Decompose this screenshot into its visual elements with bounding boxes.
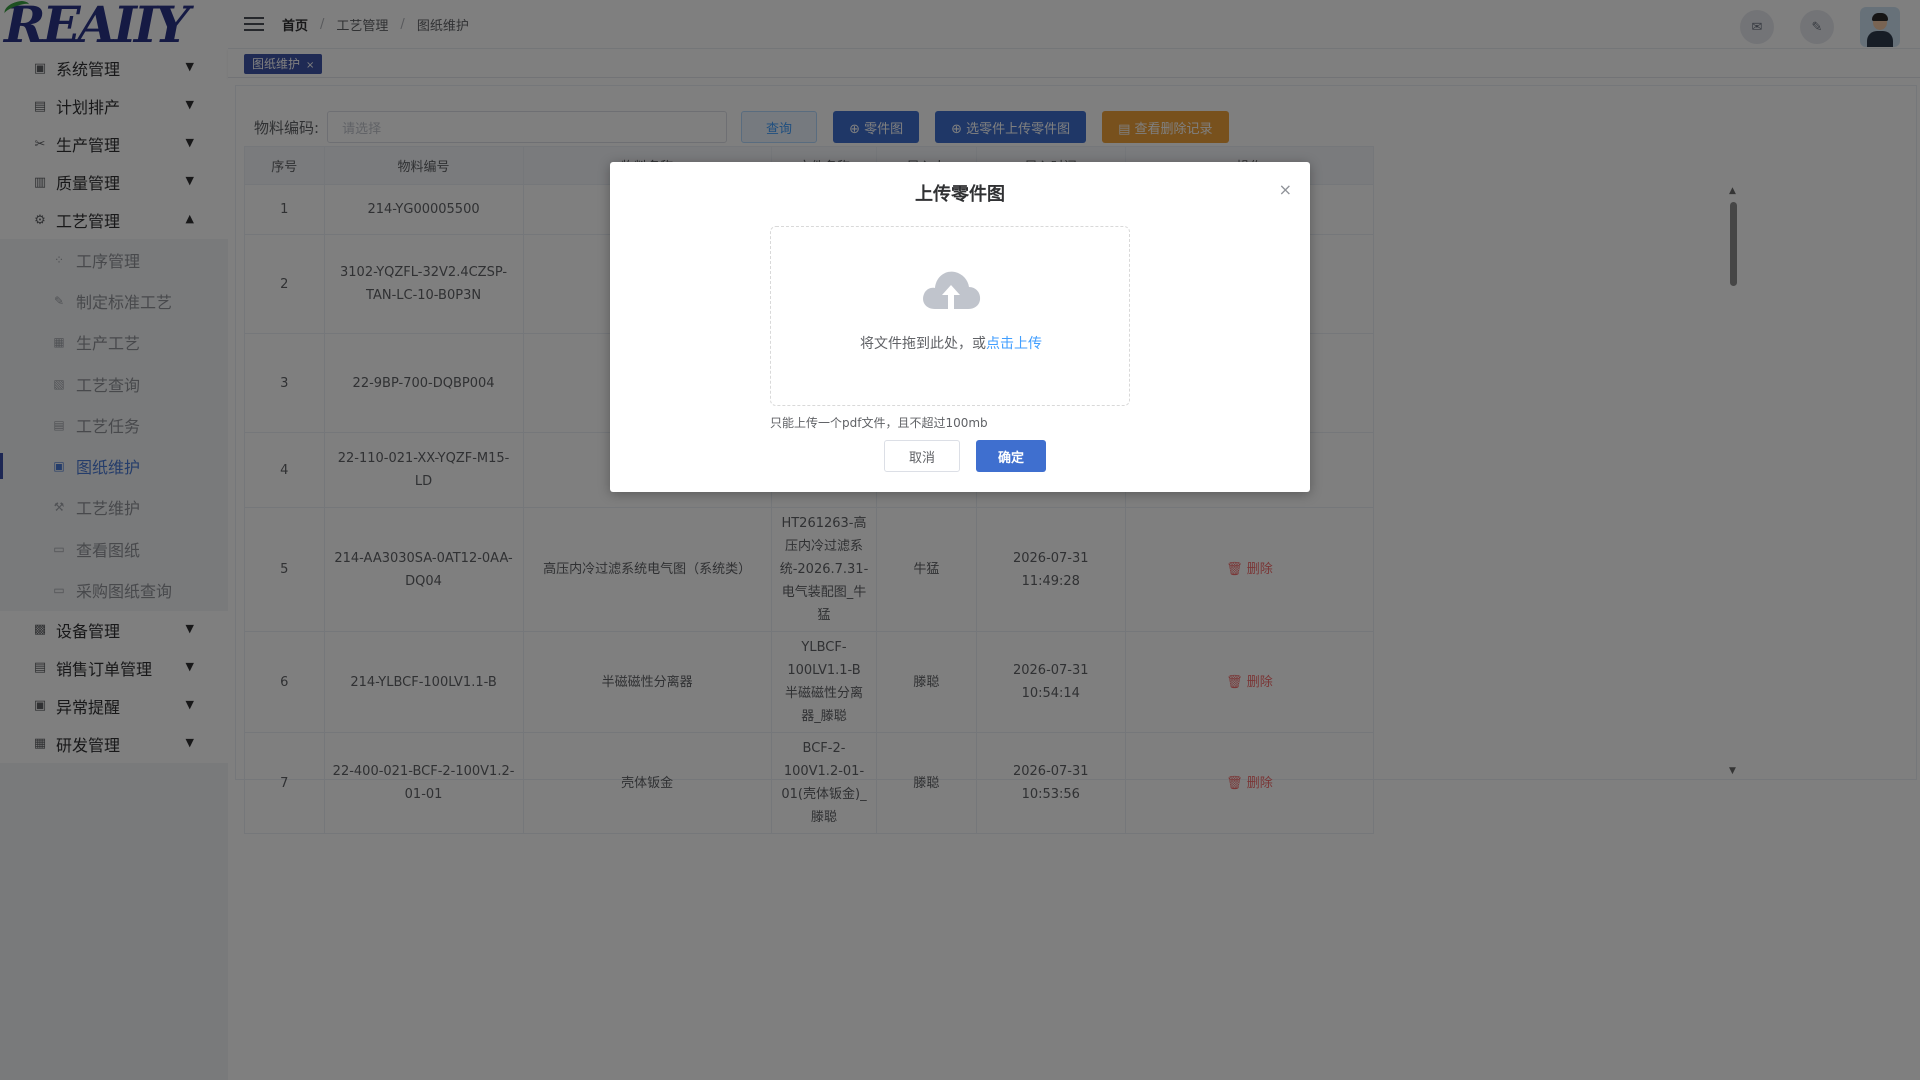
confirm-button[interactable]: 确定	[976, 440, 1046, 472]
click-upload-link[interactable]: 点击上传	[986, 336, 1042, 352]
close-icon[interactable]: ×	[1279, 180, 1292, 199]
upload-drop-text: 将文件拖到此处，或	[860, 336, 986, 352]
upload-dialog: 上传零件图 × 将文件拖到此处，或点击上传 只能上传一个pdf文件，且不超过10…	[610, 162, 1310, 492]
dialog-title: 上传零件图	[915, 184, 1005, 205]
cloud-upload-icon	[923, 271, 981, 309]
upload-tip: 只能上传一个pdf文件，且不超过100mb	[770, 416, 988, 430]
upload-dropzone[interactable]: 将文件拖到此处，或点击上传	[770, 226, 1130, 406]
cancel-button[interactable]: 取消	[884, 440, 960, 472]
upload-hint: 将文件拖到此处，或点击上传	[771, 333, 1131, 353]
